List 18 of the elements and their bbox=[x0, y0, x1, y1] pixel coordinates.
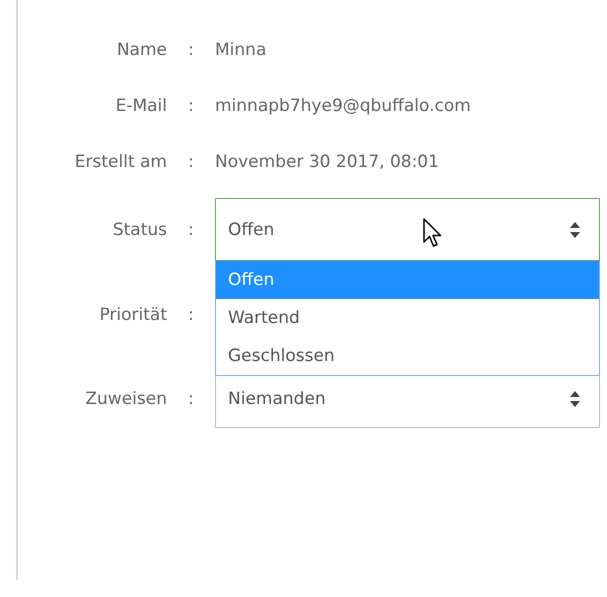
field-label: E-Mail bbox=[116, 96, 167, 116]
colon-separator: : bbox=[188, 40, 194, 60]
field-label: Priorität bbox=[99, 305, 167, 325]
field-label: Name bbox=[116, 40, 167, 60]
field-label: Status bbox=[112, 220, 167, 240]
colon-separator: : bbox=[188, 220, 194, 240]
colon-separator: : bbox=[188, 152, 194, 172]
select-field[interactable]: Offen bbox=[215, 198, 600, 261]
sort-arrows-icon bbox=[569, 390, 581, 408]
field-value: Minna bbox=[215, 40, 268, 60]
sort-arrows-icon bbox=[569, 220, 581, 238]
field-label: Zuweisen bbox=[85, 388, 167, 408]
field-value: November 30 2017, 08:01 bbox=[215, 152, 440, 172]
colon-separator: : bbox=[188, 96, 194, 116]
field-value: minnapb7hye9@qbuffalo.com bbox=[215, 96, 472, 116]
colon-separator: : bbox=[188, 388, 194, 408]
colon-separator: : bbox=[188, 305, 194, 325]
field-label: Erstellt am bbox=[74, 152, 167, 172]
